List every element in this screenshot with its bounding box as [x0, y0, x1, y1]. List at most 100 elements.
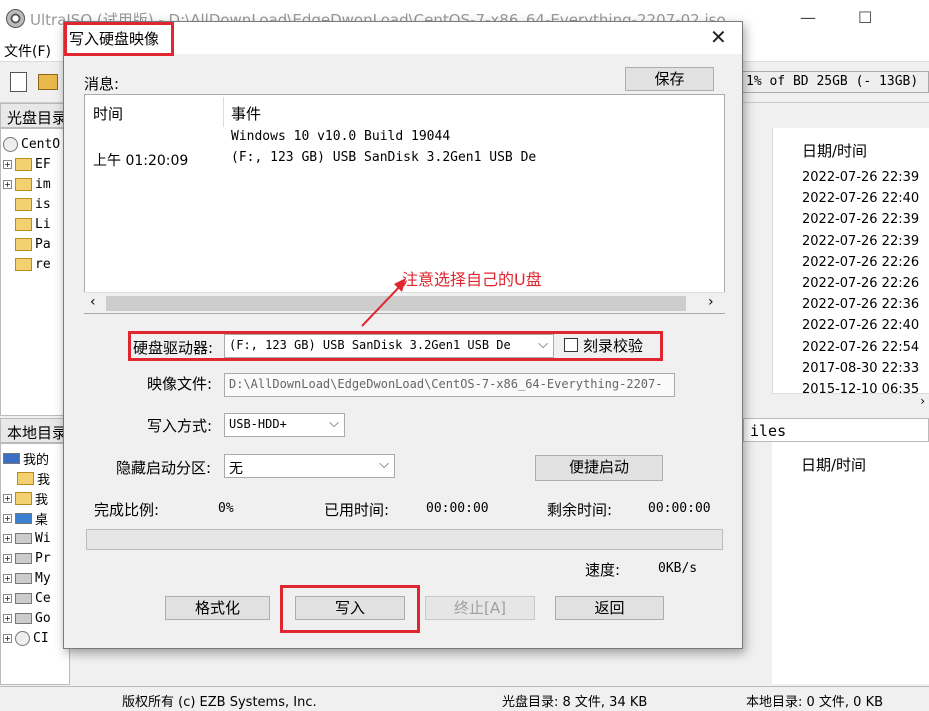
maximize-button[interactable]: ☐	[858, 8, 872, 27]
format-button[interactable]: 格式化	[165, 596, 270, 620]
folder-icon	[15, 491, 32, 505]
tree-item[interactable]: Li	[3, 214, 69, 234]
tree-item[interactable]: 我	[3, 468, 69, 488]
disc-pane-header: 光盘目录	[0, 103, 70, 128]
disc-size-text: 1% of BD 25GB (- 13GB)	[746, 74, 919, 89]
desktop-icon	[15, 512, 32, 524]
tree-item[interactable]: + im	[3, 174, 69, 194]
expand-icon[interactable]: +	[3, 633, 12, 643]
date-cell: 2022-07-26 22:39	[802, 212, 920, 228]
quick-boot-button[interactable]: 便捷启动	[535, 455, 663, 481]
tree-item-label: 我	[37, 472, 51, 488]
verify-label: 刻录校验	[583, 337, 644, 355]
tree-item-label: CI	[33, 630, 49, 646]
expand-icon[interactable]: +	[3, 179, 12, 189]
menu-file[interactable]: 文件(F)	[4, 41, 51, 61]
tree-item[interactable]: + Pr	[3, 548, 69, 568]
tree-item-label: Go	[35, 610, 51, 626]
hidden-partition-value: 无	[229, 461, 243, 477]
new-file-icon[interactable]	[10, 72, 27, 92]
disc-size-meter: 1% of BD 25GB (- 13GB)	[742, 71, 929, 93]
expand-icon[interactable]: +	[3, 613, 12, 623]
expand-icon[interactable]: +	[3, 593, 12, 603]
expand-icon[interactable]: +	[3, 493, 12, 503]
save-button[interactable]: 保存	[625, 67, 714, 91]
folder-icon	[15, 197, 32, 211]
verify-checkbox[interactable]	[564, 338, 578, 352]
tree-item[interactable]: + CI	[3, 628, 69, 648]
annotation-note: 注意选择自己的U盘	[402, 270, 542, 289]
tree-root-item[interactable]: CentO	[3, 134, 69, 154]
tree-item[interactable]: + Ce	[3, 588, 69, 608]
cd-drive-icon	[15, 630, 30, 646]
date-cell: 2022-07-26 22:40	[802, 318, 920, 334]
status-disc-count: 光盘目录: 8 文件, 34 KB	[502, 695, 648, 710]
chevron-down-icon: ⌵	[538, 337, 548, 352]
tree-item[interactable]: + EF	[3, 154, 69, 174]
tree-item[interactable]: + Go	[3, 608, 69, 628]
date-cell: 2022-07-26 22:26	[802, 254, 920, 270]
image-file-field[interactable]: D:\AllDownLoad\EdgeDwonLoad\CentOS-7-x86…	[224, 373, 675, 397]
tree-item-label: re	[35, 256, 51, 272]
tree-item-label: im	[35, 176, 51, 192]
folder-icon	[15, 237, 32, 251]
scroll-left-icon[interactable]: ‹	[90, 294, 96, 310]
write-method-label: 写入方式:	[147, 417, 213, 435]
date-column-header[interactable]: 日期/时间	[773, 128, 929, 170]
done-label: 完成比例:	[94, 501, 160, 519]
done-value: 0%	[218, 501, 234, 516]
computer-icon	[3, 452, 20, 464]
tree-item[interactable]: + 我	[3, 488, 69, 508]
annotation-arrow	[361, 278, 406, 327]
local-files-header: iles	[743, 418, 929, 442]
expand-icon[interactable]: +	[3, 513, 12, 523]
write-method-select[interactable]: USB-HDD+ ⌵	[224, 413, 345, 437]
date-cell: 2022-07-26 22:26	[802, 275, 920, 291]
folder-icon	[15, 157, 32, 171]
local-tree: 我的 我 + 我 + 桌 + Wi + Pr + My + Ce + Go + CI	[0, 443, 70, 685]
title-highlight-box	[64, 22, 174, 56]
expand-icon[interactable]: +	[3, 159, 12, 169]
tree-item-label: Pa	[35, 236, 51, 252]
local-pane-header: 本地目录	[0, 418, 70, 443]
tree-item[interactable]: + 桌	[3, 508, 69, 528]
expand-icon[interactable]: +	[3, 553, 12, 563]
horizontal-scrollbar[interactable]: ›	[772, 393, 929, 411]
date-cell: 2022-07-26 22:54	[802, 339, 920, 355]
log-time: 上午 01:20:09	[93, 153, 189, 169]
write-button[interactable]: 写入	[295, 596, 405, 620]
expand-icon[interactable]: +	[3, 533, 12, 543]
expand-icon[interactable]: +	[3, 573, 12, 583]
abort-button: 终止[A]	[425, 596, 535, 620]
tree-item[interactable]: re	[3, 254, 69, 274]
remaining-value: 00:00:00	[648, 501, 711, 516]
date-cell: 2022-07-26 22:39	[802, 170, 920, 185]
image-file-label: 映像文件:	[147, 375, 213, 393]
ultraiso-app-icon	[6, 9, 25, 28]
minimize-button[interactable]: —	[800, 8, 816, 27]
tree-item-label: Pr	[35, 550, 51, 566]
scroll-right-icon[interactable]: ›	[708, 294, 714, 310]
folder-icon	[15, 217, 32, 231]
drive-select[interactable]: (F:, 123 GB) USB SanDisk 3.2Gen1 USB De …	[224, 334, 554, 358]
open-folder-icon[interactable]	[38, 74, 58, 90]
speed-value: 0KB/s	[658, 561, 698, 576]
tree-item-label: My	[35, 570, 51, 586]
tree-item[interactable]: + My	[3, 568, 69, 588]
hidden-partition-select[interactable]: 无 ⌵	[224, 454, 395, 478]
scroll-right-icon[interactable]: ›	[920, 394, 925, 408]
elapsed-value: 00:00:00	[426, 501, 489, 516]
close-icon[interactable]: ✕	[710, 25, 727, 49]
drive-icon	[15, 552, 32, 564]
tree-root-item[interactable]: 我的	[3, 448, 69, 468]
tree-item[interactable]: + Wi	[3, 528, 69, 548]
tree-item[interactable]: is	[3, 194, 69, 214]
write-progress-bar	[86, 529, 723, 550]
disc-file-list: 日期/时间 2022-07-26 22:39 2022-07-26 22:40 …	[772, 128, 929, 393]
tree-item-label: Li	[35, 216, 51, 232]
disc-pane-label: 光盘目录	[7, 109, 68, 127]
date-cell: 2022-07-26 22:39	[802, 233, 920, 249]
date-column-header[interactable]: 日期/时间	[772, 442, 929, 475]
back-button[interactable]: 返回	[555, 596, 664, 620]
tree-item[interactable]: Pa	[3, 234, 69, 254]
